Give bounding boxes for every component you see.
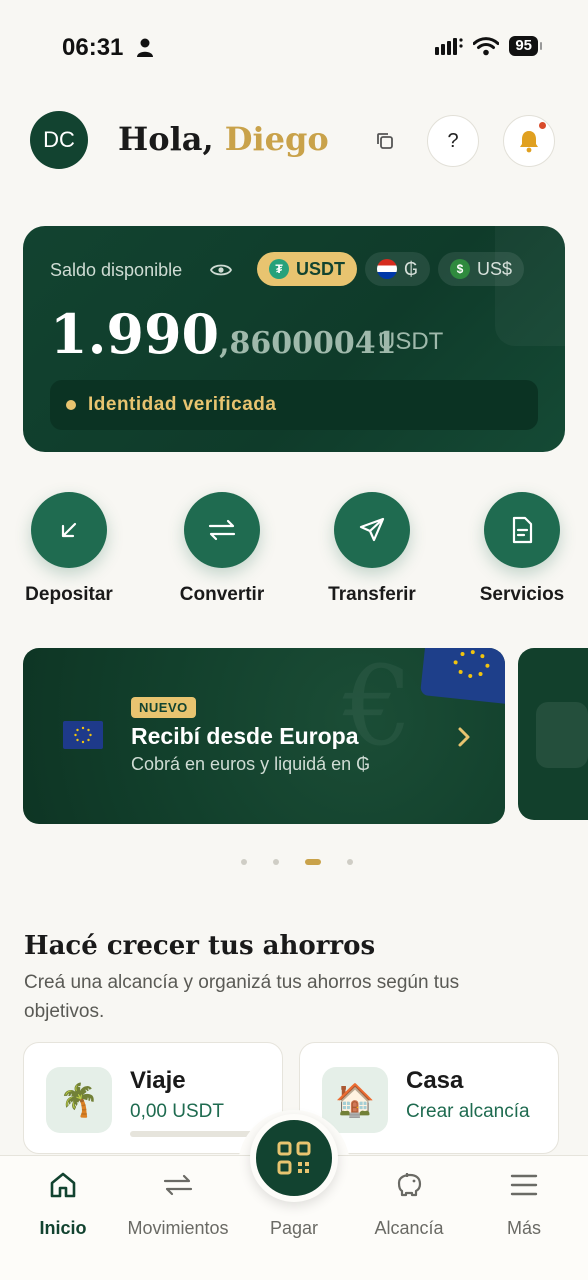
nav-item-movements[interactable]: Movimientos [118,1156,238,1239]
carousel-indicator [0,859,588,865]
status-indicators: 95 [435,36,542,56]
greeting: Hola, Diego [118,120,329,158]
status-bar: 06:31 95 [0,0,588,90]
help-icon: ? [447,129,459,152]
deposit-label: Depositar [25,584,113,605]
balance-decimal: ,86000041 [219,326,397,361]
promo-title: Recibí desde Europa [131,723,359,749]
avatar[interactable]: DC [30,111,88,169]
identity-status-text: Identidad verificada [88,394,277,415]
tether-icon: ₮ [269,259,289,279]
palm-tree-icon: 🌴 [46,1067,112,1133]
cellular-signal-icon [435,38,463,55]
carousel-dot[interactable] [347,859,353,865]
convert-label: Convertir [179,584,265,605]
eu-flag-icon [63,721,103,749]
create-goal-link[interactable]: Crear alcancía [406,1101,530,1123]
greeting-text: Hola, [118,120,214,158]
notification-dot [539,122,546,129]
deposit-button[interactable]: Depositar [21,492,117,606]
balance-card: Saldo disponible ₮ USDT ₲ $ US$ 1.990,86… [23,226,565,452]
promo-banner[interactable]: € NUEVO Recibí desde Europa Cobrá en eur… [23,648,505,824]
savings-title: Hacé crecer tus ahorros [24,931,376,961]
balance-amount: 1.990,86000041 [50,302,397,366]
person-icon [137,38,153,57]
copy-icon[interactable] [375,131,395,151]
services-button[interactable]: Servicios [472,492,572,606]
currency-selector: ₮ USDT ₲ $ US$ [257,252,525,286]
help-button[interactable]: ? [427,115,479,167]
wifi-icon [473,36,500,55]
transfer-circle [334,492,410,568]
send-plane-icon [359,517,385,542]
services-label: Servicios [479,584,565,605]
eye-icon[interactable] [210,262,232,278]
deposit-arrow-icon [61,522,77,538]
promo-banner-next[interactable] [518,648,588,820]
battery-indicator: 95 [509,36,542,56]
currency-pill-guarani[interactable]: ₲ [365,252,431,286]
deposit-circle [31,492,107,568]
nav-label: Inicio [39,1218,87,1238]
nav-label: Pagar [269,1218,319,1238]
convert-circle [184,492,260,568]
euro-watermark-icon: € [343,648,413,770]
document-icon [512,516,533,544]
goal-name: Casa [406,1067,464,1094]
paraguay-flag-icon [377,259,397,279]
savings-goal-card[interactable]: 🌴 Viaje 0,00 USDT [23,1042,283,1154]
qr-code-icon [277,1141,311,1175]
savings-description: Creá una alcancía y organizá tus ahorros… [24,972,460,1022]
convert-button[interactable]: Convertir [172,492,272,606]
eu-card-graphic [420,648,505,705]
pay-qr-button[interactable] [250,1114,338,1202]
services-circle [484,492,560,568]
status-dot [66,400,76,410]
notifications-button[interactable] [503,115,555,167]
swap-arrows-icon [208,519,236,541]
menu-icon [507,1168,541,1202]
balance-integer: 1.990 [50,302,220,366]
user-name: Diego [224,120,329,158]
carousel-dot-active[interactable] [305,859,321,865]
currency-pill-usdt[interactable]: ₮ USDT [257,252,357,286]
new-badge: NUEVO [131,697,196,718]
nav-label: Movimientos [127,1218,229,1238]
balance-currency: USDT [378,328,444,355]
currency-pill-label: US$ [477,258,513,279]
balance-label: Saldo disponible [50,260,183,280]
carousel-dot[interactable] [273,859,279,865]
promo-subtitle: Cobrá en euros y liquidá en ₲ [131,754,371,774]
house-icon: 🏠 [322,1067,388,1133]
quick-actions: Depositar Convertir Transferir Servicios [0,492,588,612]
dollar-icon: $ [450,259,471,279]
nav-label: Alcancía [374,1218,444,1238]
nav-item-more[interactable]: Más [484,1156,564,1239]
transfer-label: Transferir [328,584,416,605]
nav-item-home[interactable]: Inicio [23,1156,103,1239]
transfer-button[interactable]: Transferir [322,492,422,606]
card-icon [536,702,588,768]
currency-pill-label: ₲ [404,258,419,279]
nav-label: Más [506,1218,541,1238]
goal-balance: 0,00 USDT [130,1101,224,1122]
currency-pill-usd[interactable]: $ US$ [438,252,525,286]
identity-status: Identidad verificada [50,380,538,430]
piggy-bank-icon [392,1168,426,1202]
chevron-right-icon [458,727,470,747]
nav-item-piggy-bank[interactable]: Alcancía [362,1156,456,1239]
goal-name: Viaje [130,1067,186,1094]
bell-icon [520,131,538,153]
home-icon [46,1168,80,1202]
status-time: 06:31 [62,34,124,61]
transfer-arrows-icon [161,1168,195,1202]
currency-pill-label: USDT [296,258,345,279]
carousel-dot[interactable] [241,859,247,865]
